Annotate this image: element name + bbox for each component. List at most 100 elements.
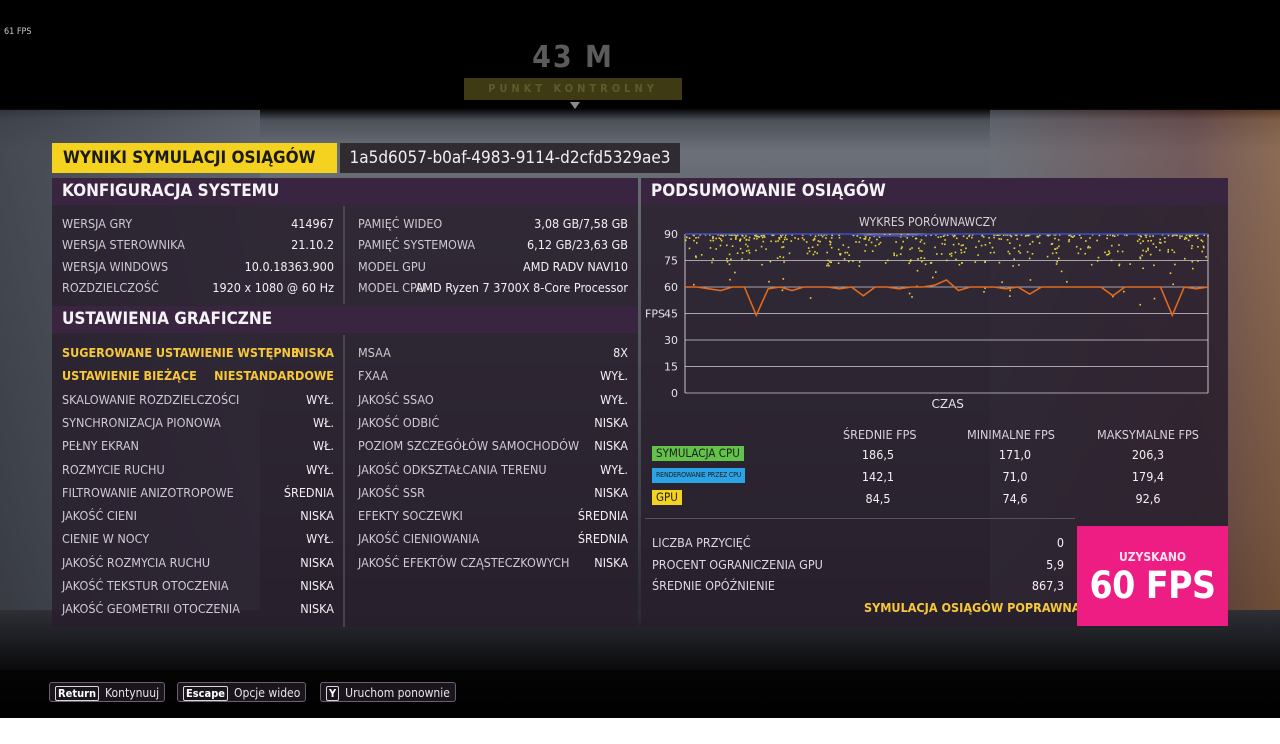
scatter-point xyxy=(1201,240,1204,243)
stat-value: 5,9 xyxy=(1046,556,1064,572)
system-row-label: WERSJA STEROWNIKA xyxy=(62,237,185,253)
scatter-point xyxy=(968,235,970,238)
scatter-point xyxy=(718,237,721,239)
scatter-point xyxy=(984,244,987,246)
scatter-point xyxy=(826,264,828,267)
scatter-point xyxy=(871,250,874,252)
scatter-point xyxy=(958,243,960,245)
graphics-setting-row-value: NISKA xyxy=(300,578,334,593)
scatter-point xyxy=(1147,247,1149,250)
scatter-point xyxy=(808,250,811,253)
graphics-setting-row-label: JAKOŚĆ EFEKTÓW CZĄSTECZKOWYCH xyxy=(358,554,570,570)
scatter-point xyxy=(814,251,816,253)
scatter-point xyxy=(864,250,866,252)
graphics-setting-row-value: ŚREDNIA xyxy=(283,484,334,500)
fps-column-header: MAKSYMALNE FPS xyxy=(1097,427,1199,442)
scatter-point xyxy=(697,236,700,239)
fps-cell: 171,0 xyxy=(998,447,1032,462)
scatter-point xyxy=(734,271,736,274)
scatter-point xyxy=(1089,237,1091,239)
scatter-point xyxy=(712,239,715,242)
video-options-label: Opcje wideo xyxy=(234,686,301,700)
scatter-point xyxy=(1123,290,1125,293)
graphics-setting-row-label: JAKOŚĆ SSAO xyxy=(358,391,434,407)
scatter-point xyxy=(1106,254,1108,256)
scatter-point xyxy=(1010,235,1013,238)
graphics-setting-row-label: EFEKTY SOCZEWKI xyxy=(358,508,463,524)
scatter-point xyxy=(782,246,785,248)
scatter-point xyxy=(1164,237,1166,239)
scatter-point xyxy=(895,241,897,243)
scatter-point xyxy=(1108,250,1110,252)
fps-cell: 179,4 xyxy=(1131,469,1165,484)
scatter-point xyxy=(954,251,957,254)
scatter-point xyxy=(1139,242,1142,245)
scatter-point xyxy=(869,237,871,239)
scatter-point xyxy=(1090,263,1093,266)
scatter-point xyxy=(1153,297,1156,300)
scatter-point xyxy=(794,237,796,239)
series-line xyxy=(685,278,1209,318)
scatter-point xyxy=(971,236,973,239)
graphics-setting-row-label: SUGEROWANE USTAWIENIE WSTĘPNE xyxy=(62,345,299,360)
scatter-point xyxy=(1046,255,1049,258)
scatter-point xyxy=(1147,240,1149,242)
scatter-point xyxy=(965,247,967,250)
hud-arrow-icon xyxy=(570,102,580,109)
scatter-point xyxy=(1160,242,1162,244)
scatter-point xyxy=(1087,246,1089,249)
system-row-value: 1920 x 1080 @ 60 Hz xyxy=(212,279,334,295)
y-tick-label: 0 xyxy=(671,387,678,400)
y-tick-label: 30 xyxy=(664,334,678,347)
scatter-point xyxy=(962,244,964,246)
scatter-point xyxy=(726,257,728,260)
video-options-button[interactable]: Escape Opcje wideo xyxy=(177,682,307,702)
scatter-point xyxy=(1050,243,1053,245)
scatter-point xyxy=(837,262,840,264)
scatter-point xyxy=(1019,244,1021,247)
scatter-point xyxy=(941,242,944,245)
scatter-point xyxy=(1149,253,1152,256)
scatter-point xyxy=(1108,252,1111,254)
scatter-point xyxy=(1150,239,1152,242)
restart-button[interactable]: Y Uruchom ponownie xyxy=(320,682,456,702)
scatter-point xyxy=(1012,265,1014,267)
scatter-point xyxy=(748,252,751,254)
scatter-point xyxy=(1038,242,1041,244)
scatter-point xyxy=(921,250,923,252)
scatter-point xyxy=(878,243,880,246)
scatter-point xyxy=(1129,263,1131,265)
scatter-point xyxy=(858,261,861,263)
scatter-point xyxy=(709,239,712,242)
scatter-point xyxy=(1006,239,1009,241)
scatter-point xyxy=(1187,239,1190,242)
graphics-setting-row-label: SYNCHRONIZACJA PIONOWA xyxy=(62,414,221,430)
scatter-point xyxy=(876,238,878,241)
scatter-point xyxy=(858,265,861,267)
scatter-point xyxy=(864,236,867,238)
scatter-point xyxy=(1028,257,1031,260)
scatter-point xyxy=(1080,237,1082,239)
scatter-point xyxy=(901,246,903,248)
scatter-point xyxy=(865,244,867,246)
scatter-point xyxy=(803,238,805,241)
series-legend-badge: GPU xyxy=(652,490,682,505)
scatter-point xyxy=(989,251,992,254)
scatter-point xyxy=(1197,237,1199,240)
scatter-point xyxy=(980,244,983,247)
graphics-setting-row-value: ŚREDNIA xyxy=(577,531,628,547)
scatter-point xyxy=(1104,251,1106,254)
scatter-point xyxy=(1139,256,1141,259)
scatter-point xyxy=(788,252,791,255)
scatter-point xyxy=(1039,234,1041,237)
graphics-setting-row-label: FXAA xyxy=(358,368,388,384)
y-key-icon: Y xyxy=(326,686,340,701)
scatter-point xyxy=(920,257,922,259)
system-row-value: 10.0.18363.900 xyxy=(244,258,334,274)
continue-button[interactable]: Return Kontynuuj xyxy=(49,682,166,702)
scatter-point xyxy=(909,248,911,251)
scatter-point xyxy=(781,246,783,249)
scatter-point xyxy=(760,235,763,237)
scatter-point xyxy=(778,238,781,240)
scatter-point xyxy=(1140,235,1142,238)
